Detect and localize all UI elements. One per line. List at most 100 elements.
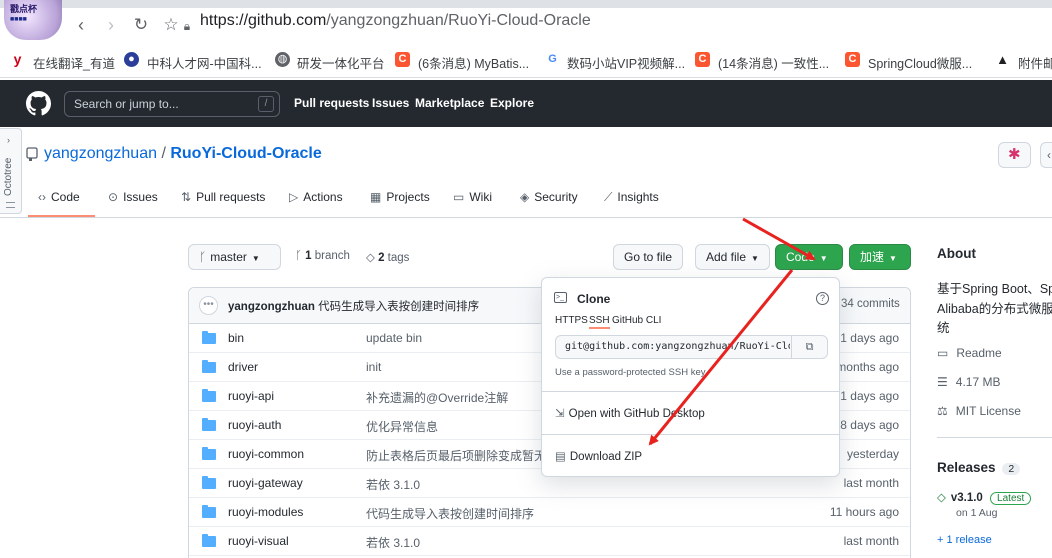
tab-actions[interactable]: ▷ Actions bbox=[289, 190, 343, 204]
go-to-file-button[interactable]: Go to file bbox=[613, 244, 684, 270]
commit-count[interactable]: 34 commits bbox=[841, 298, 900, 310]
tag-icon: ◇ bbox=[366, 252, 375, 264]
bookmark-item[interactable]: 附件邮 bbox=[1018, 53, 1052, 72]
file-name[interactable]: ruoyi-common bbox=[228, 447, 304, 461]
file-name[interactable]: ruoyi-auth bbox=[228, 418, 281, 432]
license-link[interactable]: ⚖ MIT License bbox=[937, 404, 1021, 418]
bookmark-item[interactable]: SpringCloud微服... bbox=[868, 53, 972, 72]
avatar[interactable]: ••• bbox=[199, 296, 218, 315]
nav-explore[interactable]: Explore bbox=[490, 96, 534, 110]
nav-marketplace[interactable]: Marketplace bbox=[415, 96, 484, 110]
header-extra-button[interactable]: ‹ bbox=[1040, 142, 1052, 168]
forward-icon[interactable]: › bbox=[100, 14, 122, 36]
drag-handle-icon[interactable] bbox=[6, 202, 15, 208]
tab-wiki[interactable]: ▭ Wiki bbox=[453, 190, 492, 204]
file-name[interactable]: ruoyi-visual bbox=[228, 534, 289, 548]
download-zip-item[interactable]: ▤ Download ZIP bbox=[555, 449, 642, 463]
desktop-download-icon: ⇲ bbox=[555, 408, 565, 420]
reload-icon[interactable]: ↻ bbox=[130, 14, 152, 36]
branches-link[interactable]: ᚴ 1 branch bbox=[295, 250, 350, 262]
url-path: /yangzongzhuan/RuoYi-Cloud-Oracle bbox=[326, 12, 591, 29]
search-input[interactable]: Search or jump to... / bbox=[64, 91, 280, 117]
open-desktop-item[interactable]: ⇲ Open with GitHub Desktop bbox=[555, 406, 705, 420]
profile-avatar[interactable]: 戳点杯 ■■■■ bbox=[4, 0, 62, 40]
commit-message[interactable]: 若依 3.1.0 bbox=[366, 534, 420, 551]
clone-tab-ssh[interactable]: SSH bbox=[589, 315, 610, 329]
tab-projects[interactable]: ▦ Projects bbox=[370, 190, 430, 204]
extension-button[interactable]: ✱ bbox=[998, 142, 1031, 168]
github-logo-icon[interactable] bbox=[26, 91, 51, 116]
release-item[interactable]: ◇ v3.1.0 Latest bbox=[937, 490, 1032, 505]
commit-message[interactable]: 补充遗漏的@Override注解 bbox=[366, 389, 508, 406]
nav-pull-requests[interactable]: Pull requests bbox=[294, 96, 369, 110]
commit-message[interactable]: 代码生成导入表按创建时间排序 bbox=[318, 301, 479, 313]
commit-age: months ago bbox=[836, 360, 899, 374]
commit-message[interactable]: init bbox=[366, 360, 381, 374]
file-name[interactable]: bin bbox=[228, 331, 244, 345]
file-name[interactable]: driver bbox=[228, 360, 258, 374]
nav-issues[interactable]: Issues bbox=[372, 96, 409, 110]
commit-message[interactable]: 优化异常信息 bbox=[366, 418, 438, 435]
commit-message[interactable]: 代码生成导入表按创建时间排序 bbox=[366, 505, 534, 522]
shield-icon: ◈ bbox=[520, 190, 530, 204]
code-button[interactable]: Code ▼ bbox=[775, 244, 843, 270]
folder-icon bbox=[202, 331, 216, 344]
clone-url-field[interactable]: git@github.com:yangzongzhuan/RuoYi-Cloud… bbox=[555, 335, 828, 359]
table-row[interactable]: ruoyi-modules 代码生成导入表按创建时间排序 11 hours ago bbox=[189, 498, 910, 527]
commit-message[interactable]: update bin bbox=[366, 331, 422, 345]
more-releases-link[interactable]: + 1 release bbox=[937, 534, 992, 546]
ssh-hint: Use a password-protected SSH key. bbox=[555, 367, 708, 378]
releases-heading[interactable]: Releases 2 bbox=[937, 460, 1021, 475]
file-name[interactable]: ruoyi-api bbox=[228, 389, 274, 403]
file-name[interactable]: ruoyi-modules bbox=[228, 505, 303, 519]
clone-title: Clone bbox=[577, 292, 611, 306]
clone-tab-https[interactable]: HTTPS bbox=[555, 315, 588, 326]
digital-site-icon: G bbox=[548, 53, 557, 65]
bookmark-item[interactable]: 在线翻译_有道 bbox=[33, 53, 115, 72]
tab-label: Insights bbox=[617, 190, 659, 204]
folder-icon bbox=[202, 476, 216, 489]
globe-icon: ◍ bbox=[275, 52, 290, 67]
clone-tab-cli[interactable]: GitHub CLI bbox=[612, 315, 661, 326]
tab-insights[interactable]: ⟋ Insights bbox=[604, 190, 659, 205]
bookmark-item[interactable]: 中科人才网-中国科... bbox=[147, 53, 262, 72]
file-name[interactable]: ruoyi-gateway bbox=[228, 476, 303, 490]
accelerate-label: 加速 bbox=[860, 250, 885, 264]
branch-select-button[interactable]: ᚴ master ▼ bbox=[188, 244, 281, 270]
browser-chrome: 戳点杯 ■■■■ ‹ › ↻ ☆ 🔒︎ https://github.com/y… bbox=[0, 0, 1052, 80]
releases-label: Releases bbox=[937, 460, 996, 475]
add-file-button[interactable]: Add file ▼ bbox=[695, 244, 770, 270]
code-button-label: Code bbox=[786, 250, 815, 264]
copy-icon[interactable]: ⧉ bbox=[791, 336, 827, 358]
tab-security[interactable]: ◈ Security bbox=[520, 190, 578, 204]
tab-label: Actions bbox=[303, 190, 343, 204]
bookmark-item[interactable]: 研发一体化平台 bbox=[297, 53, 385, 72]
commit-message[interactable]: 若依 3.1.0 bbox=[366, 476, 420, 493]
avatar-text: 戳点杯 bbox=[10, 4, 38, 14]
repo-owner-link[interactable]: yangzongzhuan bbox=[44, 145, 157, 162]
lock-icon[interactable]: 🔒︎ bbox=[176, 15, 198, 37]
commit-age: last month bbox=[843, 534, 899, 548]
license-label: MIT License bbox=[955, 404, 1021, 418]
code-icon: ‹› bbox=[38, 190, 46, 204]
table-row[interactable]: ruoyi-visual 若依 3.1.0 last month bbox=[189, 527, 910, 556]
search-placeholder: Search or jump to... bbox=[74, 97, 179, 111]
bookmark-item[interactable]: 数码小站VIP视频解... bbox=[567, 53, 685, 72]
commit-message[interactable]: 防止表格后页最后项删除变成暂无 bbox=[366, 447, 546, 464]
tab-pull-requests[interactable]: ⇅ Pull requests bbox=[181, 190, 265, 204]
csdn-icon: C bbox=[845, 52, 860, 67]
back-icon[interactable]: ‹ bbox=[70, 14, 92, 36]
commit-author[interactable]: yangzongzhuan bbox=[228, 301, 315, 313]
about-description-line: 统 bbox=[937, 321, 950, 335]
accelerate-button[interactable]: 加速 ▼ bbox=[849, 244, 911, 270]
readme-link[interactable]: ▭ Readme bbox=[937, 346, 1002, 360]
tab-code[interactable]: ‹› Code bbox=[38, 190, 80, 204]
tab-issues[interactable]: ⊙ Issues bbox=[108, 190, 158, 204]
repo-name-link[interactable]: RuoYi-Cloud-Oracle bbox=[170, 145, 321, 162]
bookmark-item[interactable]: (6条消息) MyBatis... bbox=[418, 53, 529, 72]
tags-link[interactable]: ◇ 2 tags bbox=[366, 250, 409, 264]
question-icon[interactable]: ? bbox=[816, 292, 829, 305]
caret-down-icon: ▼ bbox=[251, 254, 260, 263]
address-bar[interactable]: https://github.com/yangzongzhuan/RuoYi-C… bbox=[200, 12, 591, 30]
bookmark-item[interactable]: (14条消息) 一致性... bbox=[718, 53, 829, 72]
